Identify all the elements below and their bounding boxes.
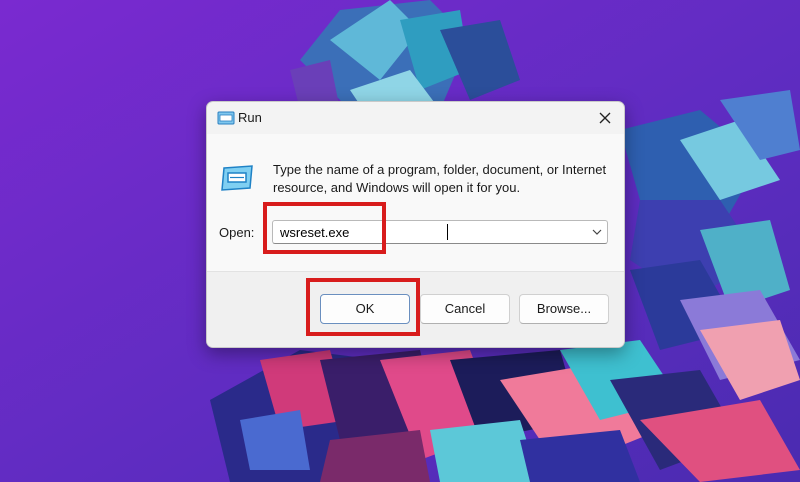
dialog-title: Run <box>238 110 262 125</box>
chevron-down-icon <box>592 229 602 235</box>
open-label: Open: <box>219 225 255 240</box>
highlight-box-input <box>263 202 386 254</box>
run-icon <box>217 111 235 125</box>
close-icon <box>599 112 611 124</box>
run-program-icon <box>221 164 255 192</box>
browse-button[interactable]: Browse... <box>519 294 609 324</box>
dialog-description: Type the name of a program, folder, docu… <box>273 162 607 195</box>
cancel-button[interactable]: Cancel <box>420 294 510 324</box>
close-button[interactable] <box>590 106 620 130</box>
dropdown-button[interactable] <box>590 225 604 239</box>
highlight-box-ok <box>306 278 420 336</box>
text-caret <box>447 224 448 240</box>
title-bar[interactable]: Run <box>207 102 624 134</box>
